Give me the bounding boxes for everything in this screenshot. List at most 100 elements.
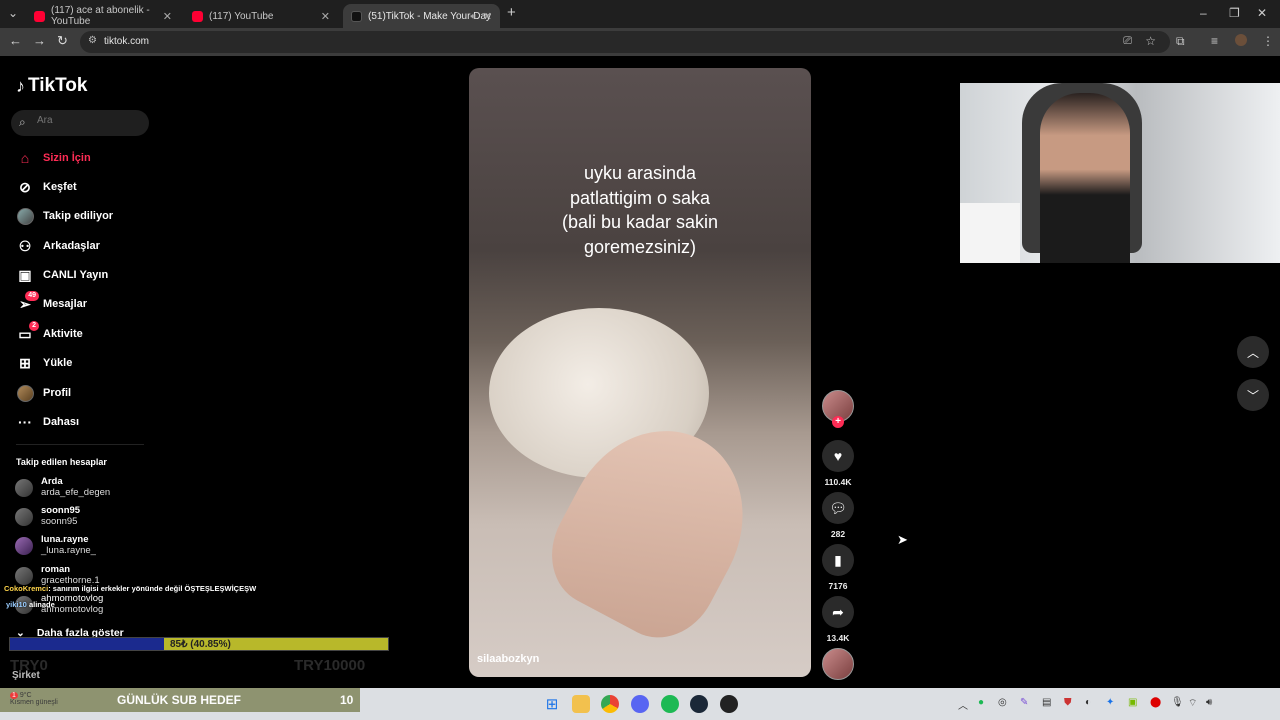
caption-line: uyku arasinda <box>583 163 697 183</box>
share-button[interactable]: ➦ <box>822 596 854 628</box>
tray-overflow-icon[interactable]: ︿ <box>958 697 968 712</box>
reload-icon[interactable]: ↻ <box>57 33 68 49</box>
following-account-item[interactable]: roman gracethorne.1 <box>15 564 100 586</box>
tray-steam-icon[interactable]: ◎ <box>998 697 1007 708</box>
chevron-down-icon: ﹀ <box>1246 388 1259 403</box>
bookmark-star-icon[interactable]: ☆ <box>1145 34 1156 48</box>
nav-label: Profil <box>43 387 72 399</box>
obs-icon[interactable] <box>720 695 738 713</box>
tray-network-app-icon[interactable]: ✦ <box>1106 697 1114 708</box>
nav-for-you[interactable]: ⌂ Sizin İçin <box>16 147 91 169</box>
nav-label: Dahası <box>43 416 80 428</box>
close-tab-icon[interactable]: ✕ <box>483 10 492 23</box>
avatar <box>15 537 33 555</box>
tray-nvidia-icon[interactable]: ▣ <box>1128 697 1137 708</box>
chrome-icon[interactable] <box>601 695 619 713</box>
close-tab-icon[interactable]: ✕ <box>321 10 330 23</box>
caption-line: (bali bu kadar sakin <box>561 212 719 232</box>
next-video-button[interactable]: ﹀ <box>1237 379 1269 411</box>
donation-goal-fill <box>10 638 165 650</box>
weather-widget[interactable]: 1 9°C Kısmen güneşli <box>10 692 58 706</box>
nav-messages[interactable]: ➢ 49 Mesajlar <box>16 291 87 315</box>
nav-label: Keşfet <box>43 181 77 193</box>
account-name: soonn95 <box>41 505 81 516</box>
new-tab-icon[interactable]: + <box>507 4 516 21</box>
search-input[interactable] <box>37 115 137 126</box>
search-box[interactable]: ⌕ <box>11 110 149 136</box>
tray-pen-icon[interactable]: ✎ <box>1020 697 1028 708</box>
like-button[interactable]: ♥ <box>822 440 854 472</box>
tray-record-icon[interactable]: ⬤ <box>1150 697 1161 708</box>
nav-label: CANLI Yayın <box>43 269 109 281</box>
previous-video-button[interactable]: ︿ <box>1237 336 1269 368</box>
nav-live[interactable]: ▣ CANLI Yayın <box>16 264 108 286</box>
upload-icon: ⊞ <box>19 354 31 371</box>
save-button[interactable]: ▮ <box>822 544 854 576</box>
tab-search-icon[interactable]: ⌄ <box>8 6 18 20</box>
speaker-icon[interactable]: 🔊︎ <box>470 11 476 22</box>
maximize-icon[interactable]: ❐ <box>1229 6 1240 20</box>
steam-icon[interactable] <box>690 695 708 713</box>
nav-following[interactable]: Takip ediliyor <box>16 205 113 227</box>
nav-profile[interactable]: Profil <box>16 382 71 404</box>
video-player[interactable]: uyku arasinda patlattigim o saka (bali b… <box>469 68 811 677</box>
youtube-icon <box>34 10 45 22</box>
sound-disc-avatar[interactable] <box>822 648 854 680</box>
cast-icon[interactable]: ⎚ <box>1123 35 1132 48</box>
home-icon: ⌂ <box>20 150 30 166</box>
nav-more[interactable]: ··· Dahası <box>16 411 79 433</box>
minimize-icon[interactable]: – <box>1200 6 1207 20</box>
menu-kebab-icon[interactable]: ⋮ <box>1262 34 1274 48</box>
account-name: luna.rayne <box>41 534 89 545</box>
reading-list-icon[interactable]: ≡ <box>1211 34 1218 48</box>
following-account-item[interactable]: Arda arda_efe_degen <box>15 476 110 498</box>
like-count: 110.4K <box>824 477 852 487</box>
paper-plane-icon: ➢ 49 <box>16 291 39 313</box>
back-icon[interactable]: ← <box>9 33 22 48</box>
tab-title: (117) ace at abonelik - YouTube <box>51 5 150 27</box>
tiktok-icon <box>351 10 362 22</box>
tray-app-icon[interactable]: ◐ <box>1085 697 1091 708</box>
browser-toolbar: ← → ↻ ⚙ tiktok.com ⎚ ☆ ⧉ ≡ ⋮ <box>0 28 1280 56</box>
volume-icon[interactable]: 🔊︎ <box>1206 697 1212 708</box>
chevron-up-icon: ︿ <box>1246 345 1259 360</box>
tray-shield-icon[interactable]: ⛊ <box>1064 697 1072 708</box>
spotify-icon[interactable] <box>661 695 679 713</box>
file-explorer-icon[interactable] <box>572 695 590 713</box>
webcam-person <box>1040 93 1130 263</box>
follow-plus-icon[interactable]: + <box>832 416 844 428</box>
close-tab-icon[interactable]: ✕ <box>163 10 172 23</box>
windows-start-icon[interactable]: ⊞ <box>543 695 561 713</box>
microphone-icon[interactable]: 🎙︎ <box>1171 697 1184 708</box>
live-icon: ▣ <box>18 266 32 283</box>
discord-icon[interactable] <box>631 695 649 713</box>
wifi-icon[interactable]: ⌔ <box>1188 697 1197 710</box>
extensions-icon[interactable]: ⧉ <box>1176 34 1185 49</box>
site-info-icon[interactable]: ⚙ <box>88 35 97 46</box>
nav-upload[interactable]: ⊞ Yükle <box>16 352 72 374</box>
close-window-icon[interactable]: ✕ <box>1257 6 1267 20</box>
comment-button[interactable]: 💬︎ <box>822 492 854 524</box>
share-count: 13.4K <box>826 633 850 643</box>
browser-tab-youtube[interactable]: (117) YouTube ✕ <box>184 4 338 28</box>
activity-badge: 2 <box>29 321 39 331</box>
tray-controller-icon[interactable]: ▤ <box>1042 697 1051 708</box>
profile-avatar-icon[interactable] <box>1235 34 1247 46</box>
sub-goal-overlay: 1 9°C Kısmen güneşli GÜNLÜK SUB HEDEF 10 <box>0 688 360 712</box>
nav-label: Takip ediliyor <box>43 210 114 222</box>
nav-activity[interactable]: ▭ 2 Aktivite <box>16 321 83 345</box>
tiktok-logo[interactable]: ♪ TikTok <box>16 75 87 97</box>
forward-icon[interactable]: → <box>33 33 46 48</box>
chat-text: alinade <box>28 600 55 609</box>
browser-tab-tiktok[interactable]: (51)TikTok - Make Your Day 🔊︎ ✕ <box>343 4 500 28</box>
nav-explore[interactable]: ⊘ Keşfet <box>16 176 77 198</box>
address-bar[interactable]: ⚙ tiktok.com ⎚ ☆ <box>80 31 1170 53</box>
avatar <box>15 508 33 526</box>
nav-friends[interactable]: ⚇ Arkadaşlar <box>16 235 100 257</box>
url-text[interactable]: tiktok.com <box>104 36 149 47</box>
following-account-item[interactable]: soonn95 soonn95 <box>15 505 80 527</box>
following-account-item[interactable]: luna.rayne _luna.rayne_ <box>15 534 96 556</box>
tray-spotify-icon[interactable]: ● <box>978 697 984 708</box>
browser-tab-youtube-ace[interactable]: (117) ace at abonelik - YouTube ✕ <box>26 4 180 28</box>
search-icon: ⌕ <box>19 115 26 129</box>
